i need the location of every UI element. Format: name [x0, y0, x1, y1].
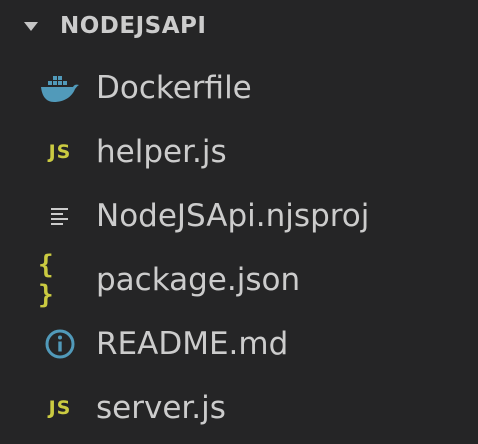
file-name: server.js: [96, 390, 226, 426]
javascript-icon-text: JS: [48, 141, 72, 163]
file-explorer: NODEJSAPI Dockerfile JS helper.js NodeJS…: [0, 0, 478, 444]
info-icon: [38, 324, 82, 364]
docker-icon: [38, 68, 82, 108]
file-item-server-js[interactable]: JS server.js: [0, 376, 478, 440]
file-tree: Dockerfile JS helper.js NodeJSApi.njspro…: [0, 56, 478, 440]
file-item-dockerfile[interactable]: Dockerfile: [0, 56, 478, 120]
file-name: Dockerfile: [96, 70, 252, 106]
lines-file-icon: [38, 196, 82, 236]
javascript-icon: JS: [38, 132, 82, 172]
chevron-down-icon[interactable]: [24, 21, 38, 31]
file-name: helper.js: [96, 134, 227, 170]
file-item-readme[interactable]: README.md: [0, 312, 478, 376]
file-item-njsproj[interactable]: NodeJSApi.njsproj: [0, 184, 478, 248]
json-icon-text: { }: [38, 250, 56, 310]
file-name: package.json: [96, 262, 301, 298]
folder-title: NODEJSAPI: [60, 13, 207, 39]
file-item-helper-js[interactable]: JS helper.js: [0, 120, 478, 184]
javascript-icon: JS: [38, 388, 82, 428]
file-name: README.md: [96, 326, 289, 362]
file-item-package-json[interactable]: { } package.json: [0, 248, 478, 312]
json-icon: { }: [38, 250, 82, 310]
folder-header[interactable]: NODEJSAPI: [0, 0, 478, 52]
file-name: NodeJSApi.njsproj: [96, 198, 370, 234]
javascript-icon-text: JS: [48, 397, 72, 419]
